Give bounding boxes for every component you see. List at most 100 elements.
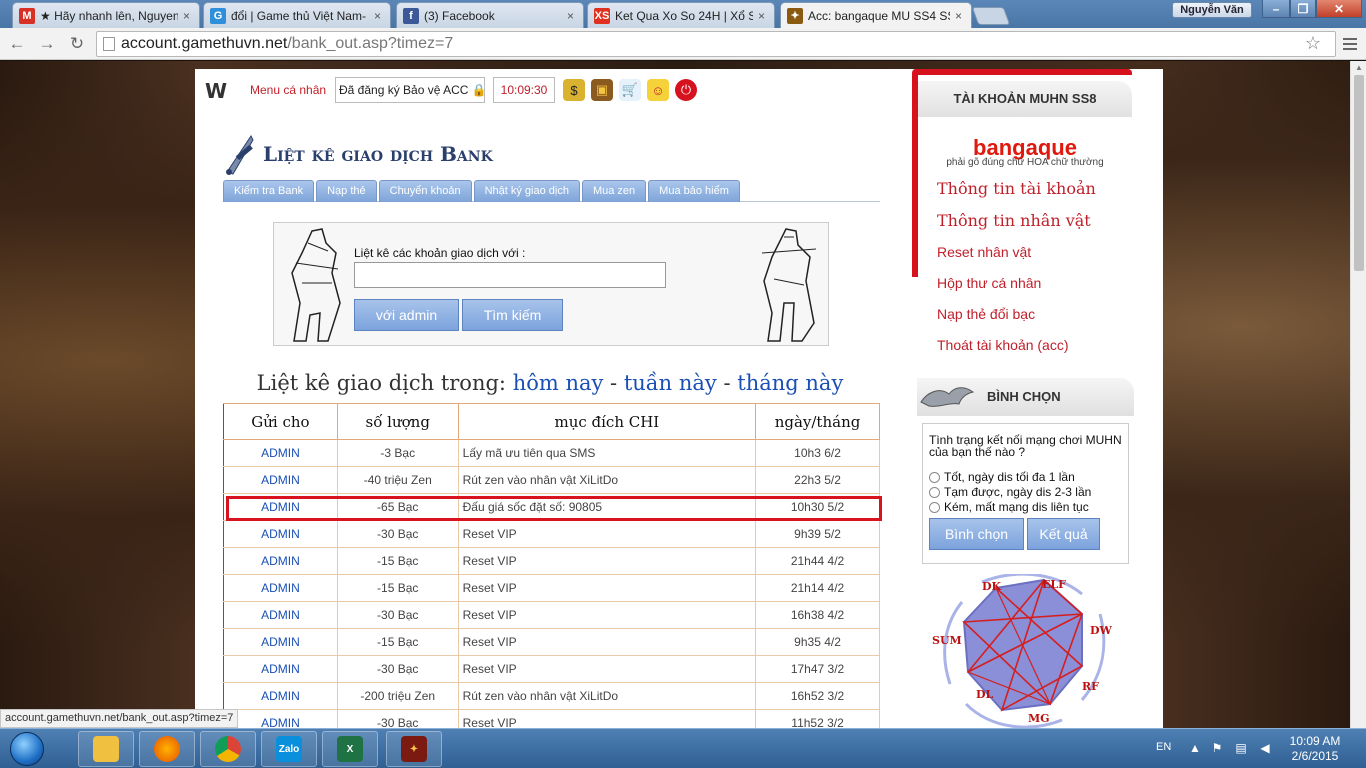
forward-button[interactable]: →: [36, 33, 58, 55]
menu-inbox[interactable]: Hộp thư cá nhân: [937, 275, 1041, 291]
poll-option-bad[interactable]: Kém, mất mạng dis liên tục: [929, 500, 1089, 514]
menu-logout[interactable]: Thoát tài khoản (acc): [937, 337, 1069, 353]
taskbar-mu-game[interactable]: ✦: [386, 731, 442, 767]
purpose-cell: Reset VIP: [457, 574, 757, 602]
recipient-link[interactable]: ADMIN: [223, 601, 338, 629]
money-bag-icon[interactable]: $: [563, 79, 585, 101]
site-logo[interactable]: W: [205, 79, 227, 103]
reload-button[interactable]: ↻: [66, 33, 88, 55]
search-input[interactable]: [354, 262, 666, 288]
start-button[interactable]: [2, 729, 52, 768]
maximize-button[interactable]: ❐: [1290, 0, 1316, 18]
character-class-diagram: DK ELF DW RF MG DL SUM: [932, 572, 1132, 728]
profile-user-badge[interactable]: Nguyễn Văn: [1172, 2, 1252, 18]
poll-option-ok[interactable]: Tạm được, ngày dis 2-3 lần: [929, 485, 1091, 499]
chrome-icon: [215, 736, 241, 762]
system-clock[interactable]: 10:09 AM 2/6/2015: [1283, 734, 1347, 764]
menu-topup-card[interactable]: Nạp thẻ đổi bạc: [937, 306, 1035, 322]
vote-button[interactable]: Bình chọn: [929, 518, 1024, 550]
lock-icon: 🔒: [472, 83, 484, 97]
taskbar-chrome[interactable]: [200, 731, 256, 767]
scroll-thumb[interactable]: [1354, 75, 1364, 271]
tab-kiem-tra-bank[interactable]: Kiểm tra Bank: [223, 180, 315, 202]
period-month-link[interactable]: tháng này: [737, 371, 843, 395]
radio-icon[interactable]: [929, 501, 940, 513]
close-tab-icon[interactable]: ×: [374, 9, 384, 23]
taskbar-excel[interactable]: X: [322, 731, 378, 767]
tray-expand-icon[interactable]: ▲: [1188, 741, 1202, 755]
search-button[interactable]: Tìm kiếm: [462, 299, 563, 331]
close-tab-icon[interactable]: ×: [567, 9, 577, 23]
taskbar-firefox[interactable]: [139, 731, 195, 767]
shopping-cart-icon[interactable]: 🛒: [619, 79, 641, 101]
recipient-link[interactable]: ADMIN: [223, 520, 338, 548]
tab-chuyen-khoan[interactable]: Chuyển khoản: [378, 180, 472, 202]
table-row: ADMIN -15 Bạc Reset VIP 21h44 4/2: [223, 547, 880, 575]
zalo-icon: Zalo: [276, 736, 302, 762]
taskbar-zalo[interactable]: Zalo: [261, 731, 317, 767]
table-row: ADMIN -30 Bạc Reset VIP 11h52 3/2: [223, 709, 880, 728]
recipient-link[interactable]: ADMIN: [223, 682, 338, 710]
period-week-link[interactable]: tuần này: [624, 371, 717, 395]
recipient-link[interactable]: ADMIN: [223, 628, 338, 656]
menu-reset-character[interactable]: Reset nhân vật: [937, 244, 1031, 260]
poll-question: Tình trạng kết nối mạng chơi MUHN của bạ…: [929, 433, 1122, 459]
tab-nap-the[interactable]: Nạp thẻ: [316, 180, 377, 202]
date-cell: 21h14 4/2: [755, 574, 880, 602]
recipient-link[interactable]: ADMIN: [223, 655, 338, 683]
recipient-link[interactable]: ADMIN: [223, 493, 338, 521]
browser-tab[interactable]: ✦ Acc: bangaque MU SS4 SS ×: [780, 2, 972, 28]
network-icon[interactable]: ▤: [1234, 741, 1248, 755]
recipient-link[interactable]: ADMIN: [223, 439, 338, 467]
radio-icon[interactable]: [929, 486, 940, 498]
tab-mua-bao-hiem[interactable]: Mua bảo hiểm: [648, 180, 740, 202]
facebook-icon: f: [403, 7, 419, 24]
close-tab-icon[interactable]: ×: [183, 9, 193, 23]
warrior-sketch-left: [282, 223, 352, 345]
menu-account-info[interactable]: Thông tin tài khoản: [937, 179, 1096, 198]
flag-icon[interactable]: ⚑: [1210, 741, 1224, 755]
new-tab-button[interactable]: [971, 7, 1011, 25]
browser-tab[interactable]: Gđổi | Game thủ Việt Nam- ×: [203, 2, 391, 28]
date-cell: 10h30 5/2: [755, 493, 880, 521]
recipient-link[interactable]: ADMIN: [223, 574, 338, 602]
close-tab-icon[interactable]: ×: [955, 9, 965, 23]
scroll-up-icon[interactable]: ▲: [1355, 63, 1363, 72]
taskbar-explorer[interactable]: [78, 731, 134, 767]
browser-tab[interactable]: XS Ket Qua Xo So 24H | Xổ Số ×: [587, 2, 775, 28]
minimize-button[interactable]: –: [1262, 0, 1290, 18]
radio-icon[interactable]: [929, 471, 940, 483]
recipient-link[interactable]: ADMIN: [223, 709, 338, 728]
close-tab-icon[interactable]: ×: [758, 9, 768, 23]
results-button[interactable]: Kết quả: [1027, 518, 1100, 550]
with-admin-button[interactable]: với admin: [354, 299, 459, 331]
page-icon: [103, 37, 115, 51]
chrome-menu-button[interactable]: [1340, 34, 1360, 54]
date-cell: 16h38 4/2: [755, 601, 880, 629]
sword-icon: [223, 132, 257, 176]
smiley-gift-icon[interactable]: ☺: [647, 79, 669, 101]
class-label-rf: RF: [1082, 680, 1099, 693]
tab-nhat-ky-giao-dich[interactable]: Nhật ký giao dịch: [473, 180, 580, 202]
recipient-link[interactable]: ADMIN: [223, 547, 338, 575]
address-bar[interactable]: account.gamethuvn.net/bank_out.asp?timez…: [96, 31, 1336, 57]
bookmark-star-icon[interactable]: ☆: [1305, 33, 1321, 54]
recipient-link[interactable]: ADMIN: [223, 466, 338, 494]
mu-game-icon: ✦: [401, 736, 427, 762]
input-language[interactable]: EN: [1156, 741, 1171, 753]
browser-tab[interactable]: M ★ Hãy nhanh lên, Nguyen ×: [12, 2, 200, 28]
personal-menu-link[interactable]: Menu cá nhân: [250, 83, 326, 97]
power-logout-icon[interactable]: ⏻: [675, 79, 697, 101]
menu-character-info[interactable]: Thông tin nhân vật: [937, 211, 1091, 230]
back-button[interactable]: ←: [6, 33, 28, 55]
volume-icon[interactable]: ◀: [1258, 741, 1272, 755]
page-scrollbar[interactable]: ▲: [1350, 61, 1366, 728]
period-today-link[interactable]: hôm nay: [513, 371, 604, 395]
purpose-cell: Đấu giá sốc đặt số: 90805: [457, 493, 757, 521]
close-window-button[interactable]: ✕: [1316, 0, 1362, 18]
browser-tab[interactable]: f (3) Facebook ×: [396, 2, 584, 28]
tab-mua-zen[interactable]: Mua zen: [581, 180, 647, 202]
treasure-chest-icon[interactable]: ▣: [591, 79, 613, 101]
table-row: ADMIN -15 Bạc Reset VIP 9h35 4/2: [223, 628, 880, 656]
poll-option-good[interactable]: Tốt, ngày dis tối đa 1 lần: [929, 470, 1075, 484]
